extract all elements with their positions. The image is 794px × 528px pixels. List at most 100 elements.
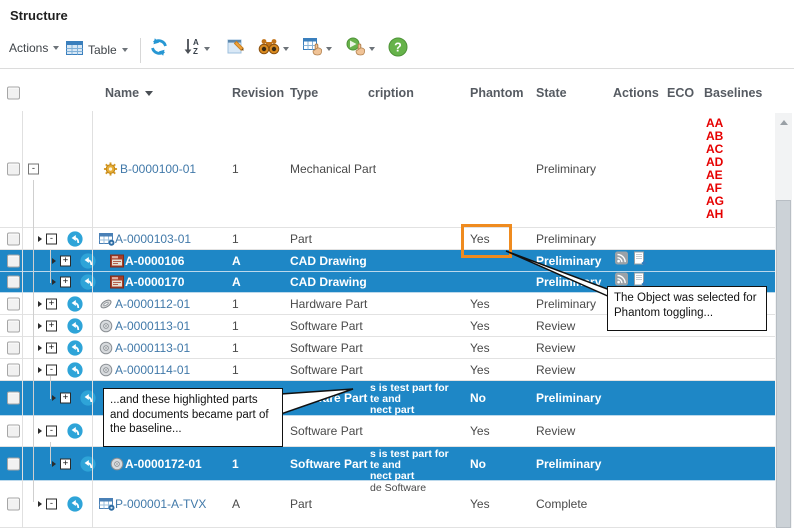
- table-select-button[interactable]: [303, 37, 332, 61]
- object-name-link[interactable]: A-0000113-01: [115, 341, 190, 355]
- row-checkbox[interactable]: [7, 319, 20, 332]
- object-name-link[interactable]: P-000001-A-TVX: [115, 497, 206, 511]
- edit-icon: [226, 37, 246, 61]
- row-checkbox[interactable]: [7, 457, 20, 470]
- tree-collapse-toggle[interactable]: -: [46, 499, 57, 510]
- phantom-cell: Yes: [470, 319, 490, 333]
- open-information-icon[interactable]: [67, 340, 83, 356]
- table-row[interactable]: +A-0000113-011Software PartYesReview: [0, 337, 775, 359]
- column-header-actions[interactable]: Actions: [613, 86, 659, 100]
- open-information-icon[interactable]: [80, 253, 96, 269]
- column-header-revision[interactable]: Revision: [232, 86, 284, 100]
- tree-collapse-toggle[interactable]: -: [46, 233, 57, 244]
- column-header-eco[interactable]: ECO: [667, 86, 694, 100]
- tree-collapse-toggle[interactable]: -: [28, 164, 39, 175]
- tree-collapse-toggle[interactable]: -: [46, 426, 57, 437]
- add-document-icon[interactable]: [634, 251, 647, 270]
- description-cell: s is test part forte andnect part: [370, 383, 449, 416]
- tree-arrow-icon: [52, 258, 56, 264]
- column-header-description[interactable]: cription: [368, 86, 414, 100]
- column-header-name[interactable]: Name: [105, 86, 153, 100]
- table-row[interactable]: -B-0000100-011Mechanical PartPreliminary…: [0, 111, 775, 228]
- object-name-link[interactable]: A-0000113-01: [115, 319, 190, 333]
- row-checkbox[interactable]: [7, 232, 20, 245]
- tree-expand-toggle[interactable]: +: [46, 298, 57, 309]
- open-information-icon[interactable]: [67, 362, 83, 378]
- phantom-highlight-box: [461, 224, 512, 258]
- open-information-icon[interactable]: [67, 231, 83, 247]
- open-information-icon[interactable]: [67, 318, 83, 334]
- tree-expand-toggle[interactable]: +: [60, 458, 71, 469]
- actions-menu[interactable]: Actions: [9, 41, 59, 55]
- refresh-button[interactable]: [148, 37, 170, 62]
- row-checkbox[interactable]: [7, 363, 20, 376]
- vertical-scrollbar[interactable]: [775, 113, 792, 528]
- column-header-type[interactable]: Type: [290, 86, 318, 100]
- tree-expand-toggle[interactable]: +: [60, 255, 71, 266]
- hardware-part-icon: [99, 298, 113, 310]
- find-button[interactable]: [258, 37, 289, 60]
- subscribe-icon[interactable]: [615, 251, 628, 270]
- type-cell: Part: [290, 497, 312, 511]
- object-name-link[interactable]: B-0000100-01: [120, 162, 196, 176]
- table-row[interactable]: -A-0000103-011PartYesPreliminary: [0, 228, 775, 250]
- row-checkbox[interactable]: [7, 297, 20, 310]
- tree-expand-toggle[interactable]: +: [60, 393, 71, 404]
- row-checkbox[interactable]: [7, 498, 20, 511]
- tree-arrow-icon: [52, 461, 56, 467]
- table-row[interactable]: +A-0000106ACAD DrawingPreliminary: [0, 250, 775, 272]
- row-checkbox[interactable]: [7, 276, 20, 289]
- object-name-link[interactable]: A-0000172-01: [125, 457, 202, 471]
- object-name-link[interactable]: A-0000170: [125, 275, 184, 289]
- table-menu[interactable]: Table: [66, 41, 128, 59]
- edit-button[interactable]: [226, 37, 246, 61]
- table-row[interactable]: -A-0000114-011Software PartYesReview: [0, 359, 775, 381]
- object-name-link[interactable]: A-0000106: [125, 254, 184, 268]
- column-header-state[interactable]: State: [536, 86, 567, 100]
- tree-expand-toggle[interactable]: +: [60, 277, 71, 288]
- state-cell: Preliminary: [536, 391, 601, 405]
- table-icon: [66, 41, 83, 59]
- tree-expand-toggle[interactable]: +: [46, 342, 57, 353]
- phantom-cell: Yes: [470, 297, 490, 311]
- row-actions: [615, 251, 647, 270]
- open-information-icon[interactable]: [80, 390, 96, 406]
- help-button[interactable]: ?: [388, 37, 408, 62]
- column-header-baselines[interactable]: Baselines: [704, 86, 762, 100]
- open-information-icon[interactable]: [67, 423, 83, 439]
- row-checkbox[interactable]: [7, 341, 20, 354]
- sort-button[interactable]: AZ: [183, 37, 210, 60]
- gear-icon: [103, 162, 118, 177]
- share-button[interactable]: [346, 37, 375, 61]
- row-checkbox[interactable]: [7, 163, 20, 176]
- tree-expand-toggle[interactable]: +: [46, 320, 57, 331]
- scrollbar-thumb[interactable]: [776, 200, 791, 528]
- row-checkbox[interactable]: [7, 392, 20, 405]
- phantom-cell: Yes: [470, 341, 490, 355]
- row-checkbox[interactable]: [7, 425, 20, 438]
- open-information-icon[interactable]: [80, 274, 96, 290]
- open-information-icon[interactable]: [80, 456, 96, 472]
- tree-arrow-icon: [52, 395, 56, 401]
- tree-arrow-icon: [52, 279, 56, 285]
- column-header-phantom[interactable]: Phantom: [470, 86, 523, 100]
- software-part-icon: [99, 363, 113, 377]
- select-all-checkbox[interactable]: [7, 87, 20, 100]
- table-row[interactable]: +A-0000172-011Software Parts is test par…: [0, 447, 775, 481]
- object-name-link[interactable]: A-0000103-01: [115, 232, 191, 246]
- toolbar-divider: [140, 38, 141, 63]
- object-name-link[interactable]: A-0000114-01: [115, 363, 190, 377]
- row-checkbox[interactable]: [7, 254, 20, 267]
- revision-cell: 1: [232, 363, 239, 377]
- table-menu-label: Table: [88, 43, 117, 57]
- scroll-up-button[interactable]: [775, 113, 792, 132]
- open-information-icon[interactable]: [67, 496, 83, 512]
- state-cell: Preliminary: [536, 457, 601, 471]
- object-name-link[interactable]: A-0000112-01: [115, 297, 190, 311]
- table-row[interactable]: -P-000001-A-TVXAPartde SoftwareYesComple…: [0, 481, 775, 528]
- tree-collapse-toggle[interactable]: -: [46, 364, 57, 375]
- state-cell: Review: [536, 341, 575, 355]
- part-structure-icon: [99, 497, 115, 511]
- open-information-icon[interactable]: [67, 296, 83, 312]
- tree-arrow-icon: [38, 236, 42, 242]
